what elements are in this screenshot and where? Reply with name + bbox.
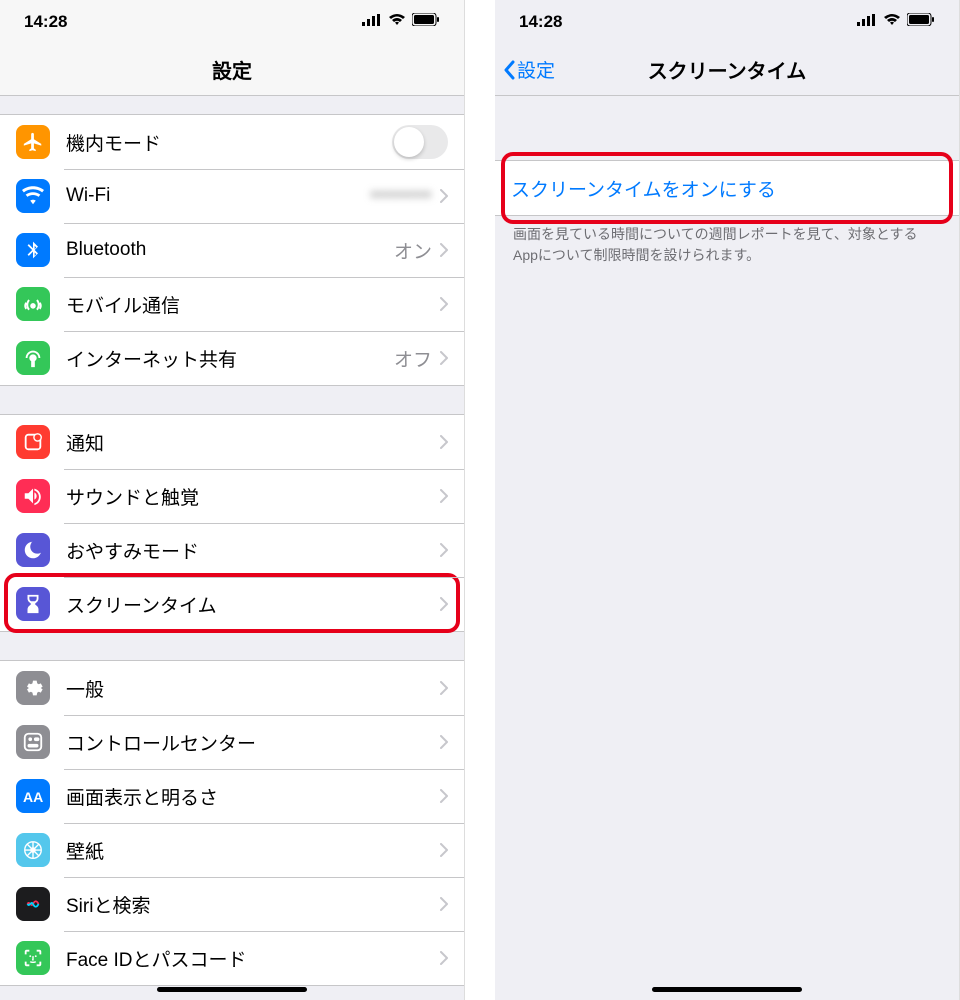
action-list: スクリーンタイムをオンにする [495,160,959,216]
cellular-icon [16,287,50,321]
chevron-right-icon [440,681,448,695]
settings-row-controlcenter[interactable]: コントロールセンター [0,715,464,769]
display-icon: AA [16,779,50,813]
row-value: オン [394,237,432,264]
page-title: スクリーンタイム [648,55,807,84]
row-value: オフ [394,345,432,372]
turn-on-screentime-button[interactable]: スクリーンタイムをオンにする [495,161,959,215]
settings-group: 機内モードWi-Fi••••••••Bluetoothオンモバイル通信インターネ… [0,114,464,386]
status-icons [362,13,440,31]
screentime-icon [16,587,50,621]
settings-row-airplane[interactable]: 機内モード [0,115,464,169]
notifications-icon [16,425,50,459]
page-title: 設定 [212,55,252,84]
row-label: 機内モード [66,129,392,156]
status-icons [857,13,935,31]
chevron-right-icon [440,297,448,311]
general-icon [16,671,50,705]
row-label: スクリーンタイム [66,591,440,618]
chevron-right-icon [440,351,448,365]
chevron-right-icon [440,735,448,749]
settings-row-screentime[interactable]: スクリーンタイム [0,577,464,631]
wifi-icon [883,13,901,31]
siri-icon [16,887,50,921]
svg-text:AA: AA [23,789,43,805]
chevron-right-icon [440,543,448,557]
chevron-right-icon [440,189,448,203]
settings-row-display[interactable]: AA 画面表示と明るさ [0,769,464,823]
signal-icon [857,13,877,31]
row-label: Siriと検索 [66,891,440,918]
chevron-right-icon [440,789,448,803]
nav-bar: 設定 [0,44,464,96]
chevron-right-icon [440,597,448,611]
controlcenter-icon [16,725,50,759]
row-label: Wi-Fi [66,185,371,207]
screentime-screen: 14:28 設定 スクリーンタイム スクリーンタイムをオンにする 画面を見ている… [495,0,960,1000]
status-bar: 14:28 [495,0,959,44]
settings-group: 一般コントロールセンター AA 画面表示と明るさ壁紙 Siriと検索 Face IDとパ… [0,660,464,986]
dnd-icon [16,533,50,567]
status-time: 14:28 [519,12,562,32]
settings-row-cellular[interactable]: モバイル通信 [0,277,464,331]
chevron-right-icon [440,243,448,257]
faceid-icon [16,941,50,975]
status-time: 14:28 [24,12,67,32]
row-label: Bluetooth [66,239,394,261]
row-label: インターネット共有 [66,345,394,372]
wallpaper-icon [16,833,50,867]
settings-row-sounds[interactable]: サウンドと触覚 [0,469,464,523]
chevron-right-icon [440,489,448,503]
toggle-switch[interactable] [392,125,448,159]
row-label: サウンドと触覚 [66,483,440,510]
settings-row-wallpaper[interactable]: 壁紙 [0,823,464,877]
sounds-icon [16,479,50,513]
row-label: Face IDとパスコード [66,945,440,972]
settings-row-wifi[interactable]: Wi-Fi•••••••• [0,169,464,223]
settings-row-general[interactable]: 一般 [0,661,464,715]
hotspot-icon [16,341,50,375]
chevron-right-icon [440,435,448,449]
battery-icon [907,13,935,31]
battery-icon [412,13,440,31]
row-value: •••••••• [371,185,432,207]
row-label: 画面表示と明るさ [66,783,440,810]
settings-screen: 14:28 設定 機内モードWi-Fi••••••••Bluetoothオンモバ… [0,0,465,1000]
status-bar: 14:28 [0,0,464,44]
airplane-icon [16,125,50,159]
back-button[interactable]: 設定 [503,56,555,83]
row-label: コントロールセンター [66,729,440,756]
chevron-right-icon [440,897,448,911]
settings-row-siri[interactable]: Siriと検索 [0,877,464,931]
settings-row-dnd[interactable]: おやすみモード [0,523,464,577]
back-label: 設定 [517,56,555,83]
action-label: スクリーンタイムをオンにする [511,175,943,202]
row-label: おやすみモード [66,537,440,564]
settings-row-notifications[interactable]: 通知 [0,415,464,469]
home-indicator[interactable] [652,987,802,992]
row-label: 一般 [66,675,440,702]
chevron-left-icon [503,60,515,80]
home-indicator[interactable] [157,987,307,992]
wifi-icon [388,13,406,31]
wifi-icon [16,179,50,213]
signal-icon [362,13,382,31]
row-label: 通知 [66,429,440,456]
settings-row-bluetooth[interactable]: Bluetoothオン [0,223,464,277]
chevron-right-icon [440,951,448,965]
row-label: 壁紙 [66,837,440,864]
settings-row-faceid[interactable]: Face IDとパスコード [0,931,464,985]
settings-row-hotspot[interactable]: インターネット共有オフ [0,331,464,385]
footer-description: 画面を見ている時間についての週間レポートを見て、対象とするAppについて制限時間… [495,216,959,274]
bluetooth-icon [16,233,50,267]
chevron-right-icon [440,843,448,857]
settings-group: 通知サウンドと触覚おやすみモードスクリーンタイム [0,414,464,632]
nav-bar: 設定 スクリーンタイム [495,44,959,96]
row-label: モバイル通信 [66,291,440,318]
